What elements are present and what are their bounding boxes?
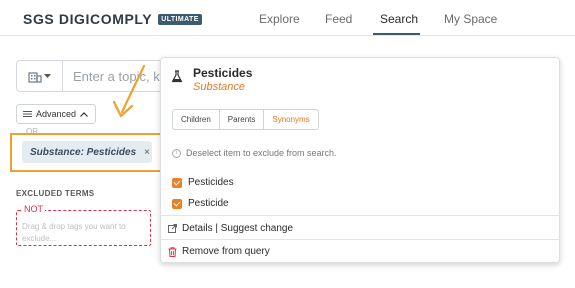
- remove-action-label: Remove from query: [182, 246, 270, 257]
- logo-badge: ULTIMATE: [158, 13, 202, 25]
- popup-subtitle: Substance: [193, 81, 245, 93]
- advanced-toggle-button[interactable]: Advanced: [16, 104, 96, 124]
- nav-explore[interactable]: Explore: [259, 12, 300, 26]
- info-message: i Deselect item to exclude from search.: [172, 148, 337, 158]
- checkbox-checked[interactable]: [172, 198, 182, 209]
- flask-icon: [171, 70, 183, 83]
- sliders-icon: [23, 111, 32, 117]
- building-icon: [28, 71, 42, 83]
- info-icon: i: [172, 148, 181, 158]
- close-icon[interactable]: ×: [144, 147, 150, 158]
- caret-down-icon: [44, 73, 51, 78]
- top-navigation-bar: SGS DIGICOMPLY ULTIMATE Explore Feed Sea…: [0, 0, 575, 36]
- not-label: NOT: [22, 204, 45, 214]
- query-tag[interactable]: Substance: Pesticides ×: [22, 141, 152, 163]
- synonym-label: Pesticide: [188, 198, 229, 209]
- synonym-item[interactable]: Pesticides: [172, 177, 234, 188]
- tab-children[interactable]: Children: [173, 110, 220, 129]
- details-suggest-change-link[interactable]: Details | Suggest change: [168, 223, 293, 234]
- logo-text: SGS DIGICOMPLY: [23, 11, 153, 27]
- remove-from-query-button[interactable]: Remove from query: [168, 246, 270, 257]
- logo[interactable]: SGS DIGICOMPLY ULTIMATE: [23, 11, 202, 27]
- synonym-item[interactable]: Pesticide: [172, 198, 229, 209]
- details-action-label: Details | Suggest change: [182, 223, 294, 234]
- active-tab-indicator: [373, 33, 420, 35]
- search-type-dropdown[interactable]: [17, 61, 63, 91]
- divider: [161, 215, 559, 216]
- query-tag-label: Substance: Pesticides: [30, 146, 137, 158]
- relation-tabs: Children Parents Synonyms: [172, 109, 319, 130]
- drop-zone-hint: Drag & drop tags you want to exclude...: [22, 222, 126, 243]
- info-text: Deselect item to exclude from search.: [186, 148, 337, 158]
- chevron-up-icon: [80, 111, 88, 117]
- popup-title: Pesticides: [193, 66, 253, 80]
- annotation-arrow-icon: [112, 64, 146, 118]
- external-edit-icon: [168, 224, 177, 233]
- nav-search[interactable]: Search: [380, 12, 418, 26]
- excluded-terms-title: EXCLUDED TERMS: [16, 189, 95, 198]
- nav-feed[interactable]: Feed: [325, 12, 352, 26]
- tab-synonyms[interactable]: Synonyms: [264, 110, 317, 129]
- checkbox-checked[interactable]: [172, 177, 182, 188]
- tab-parents[interactable]: Parents: [220, 110, 265, 129]
- advanced-label: Advanced: [36, 109, 77, 119]
- synonym-label: Pesticides: [188, 177, 234, 188]
- divider: [161, 239, 559, 240]
- nav-myspace[interactable]: My Space: [444, 12, 497, 26]
- tag-details-popup: Pesticides Substance Children Parents Sy…: [160, 57, 560, 263]
- trash-icon: [168, 246, 177, 257]
